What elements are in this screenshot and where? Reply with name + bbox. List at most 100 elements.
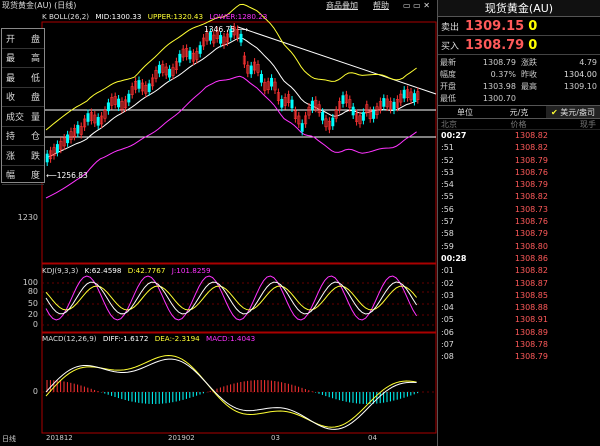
macd-dea-line — [45, 355, 417, 428]
macd-diff-line — [45, 358, 417, 430]
candle-body — [188, 50, 192, 60]
tick-time: :01 — [441, 266, 454, 276]
tick-row: :59 1308.80 — [438, 241, 600, 253]
kdj-j-line — [45, 275, 418, 321]
candle-body — [382, 98, 386, 107]
tick-time: :56 — [441, 204, 454, 214]
x-label-201812: 201812 — [46, 434, 73, 442]
ohlc-side-panel: 开盘 最高 最低 收盘 成交量 持仓 涨跌 幅度 — [1, 28, 45, 185]
candle-body — [280, 99, 284, 108]
tick-price: 1308.91 — [514, 315, 548, 325]
y-label-kdj-20: 20 — [27, 310, 38, 319]
candle-body — [178, 53, 182, 63]
tick-row: 00:28 1308.86 — [438, 253, 600, 265]
tick-time: 00:27 — [441, 131, 467, 140]
sell-volume: 0 — [528, 18, 538, 34]
tick-time: :58 — [441, 229, 454, 239]
tick-price: 1308.79 — [514, 155, 548, 165]
tick-row: 00:27 1308.82 — [438, 130, 600, 142]
candle-body — [310, 100, 314, 110]
overlay-button[interactable]: 商品叠加 — [326, 0, 358, 12]
candle-body — [259, 74, 263, 83]
tick-row: :58 1308.79 — [438, 228, 600, 240]
tick-price: 1308.76 — [514, 217, 548, 227]
candle-body — [321, 111, 325, 121]
candle-body — [127, 93, 131, 103]
tick-price: 1308.80 — [514, 241, 548, 251]
tick-time: :02 — [441, 278, 454, 288]
panel-row-change: 涨跌 — [2, 146, 44, 166]
x-label-03: 03 — [271, 434, 280, 442]
tick-price: 1308.73 — [514, 204, 548, 214]
tick-row: :01 1308.82 — [438, 265, 600, 277]
candle-body — [66, 134, 70, 144]
kdj-legend: KDJ(9,3,3) K:62.4598 D:42.7767 J:101.825… — [42, 266, 211, 275]
help-button[interactable]: 帮助 — [373, 0, 389, 12]
tick-list[interactable]: 00:27 1308.82:51 1308.82:52 1308.79:53 1308.… — [438, 130, 600, 364]
tick-time: :55 — [441, 192, 454, 202]
tick-price: 1308.79 — [514, 180, 548, 190]
kdj-k-line — [45, 281, 418, 315]
period-tab[interactable]: 日线 — [2, 434, 16, 444]
tick-price: 1308.82 — [514, 143, 548, 153]
chart-canvas[interactable] — [0, 0, 437, 446]
tick-row: :06 1308.89 — [438, 327, 600, 339]
tick-row: :04 1308.88 — [438, 302, 600, 314]
sell-price: 1309.15 — [465, 18, 525, 34]
tick-row: :56 1308.73 — [438, 204, 600, 216]
tick-price: 1308.82 — [514, 266, 548, 276]
tick-time: :03 — [441, 290, 454, 300]
candle-body — [147, 83, 151, 93]
panel-row-high: 最高 — [2, 49, 44, 68]
tick-row: :02 1308.87 — [438, 278, 600, 290]
tick-price: 1308.82 — [514, 131, 548, 140]
tick-time: :04 — [441, 303, 454, 313]
tick-price: 1308.82 — [514, 192, 548, 202]
candle-body — [392, 101, 396, 111]
low-annotation: ⟵1256.83 — [46, 171, 88, 180]
tick-row: :55 1308.82 — [438, 191, 600, 203]
tick-row: :57 1308.76 — [438, 216, 600, 228]
buy-row[interactable]: 买入 1308.79 0 — [438, 36, 600, 55]
high-annotation: 1346.75 ⟶ — [204, 25, 249, 34]
tick-row: :08 1308.79 — [438, 351, 600, 363]
candle-body — [239, 33, 243, 43]
quote-stats: 最新 1308.79 涨跌 4.79 幅度 0.37% 昨收 1304.00 开盘 1303.… — [438, 55, 600, 106]
chart-area[interactable]: 现货黄金(AU) (日线) 商品叠加 帮助 ▭ ▭ ✕ K BOLL(26,2)… — [0, 0, 437, 446]
candle-body — [290, 99, 294, 109]
panel-row-percent: 幅度 — [2, 166, 44, 185]
tick-row: :51 1308.82 — [438, 142, 600, 154]
candle-body — [106, 102, 110, 112]
buy-volume: 0 — [528, 37, 538, 53]
candle-body — [198, 45, 202, 54]
buy-price: 1308.79 — [465, 37, 525, 53]
y-label-kdj-0: 0 — [32, 320, 38, 329]
sell-row[interactable]: 卖出 1309.15 0 — [438, 17, 600, 36]
tick-time: :06 — [441, 327, 454, 337]
chart-title: 现货黄金(AU) (日线) — [2, 1, 77, 10]
y-label-macd-0: 0 — [32, 387, 38, 396]
tick-price: 1308.87 — [514, 278, 548, 288]
tick-price: 1308.86 — [514, 253, 548, 263]
panel-row-open: 开盘 — [2, 29, 44, 49]
tick-price: 1308.88 — [514, 303, 548, 313]
window-controls[interactable]: ▭ ▭ ✕ — [403, 0, 430, 12]
boll-mid-line — [45, 37, 417, 159]
y-label-main: 1230 — [17, 213, 38, 222]
candle-body — [137, 80, 141, 89]
tick-time: :52 — [441, 155, 454, 165]
unit-label: 单位 — [457, 108, 473, 117]
boll-legend: K BOLL(26,2) MID:1300.33 UPPER:1320.43 L… — [42, 12, 268, 21]
candle-body — [300, 123, 304, 132]
panel-row-low: 最低 — [2, 68, 44, 88]
tick-row: :54 1308.79 — [438, 179, 600, 191]
tab-usd-per-oz[interactable]: ✔ 美元/盎司 — [546, 106, 600, 118]
x-label-04: 04 — [368, 434, 377, 442]
quote-panel: 现货黄金(AU) 卖出 1309.15 0 买入 1308.79 0 最新 130… — [437, 0, 600, 446]
tick-row: :52 1308.79 — [438, 155, 600, 167]
tick-time: :53 — [441, 167, 454, 177]
tab-rmb-per-gram[interactable]: 元/克 — [492, 106, 546, 118]
tick-time: :08 — [441, 352, 454, 362]
candle-body — [96, 117, 100, 126]
candle-body — [219, 35, 223, 44]
